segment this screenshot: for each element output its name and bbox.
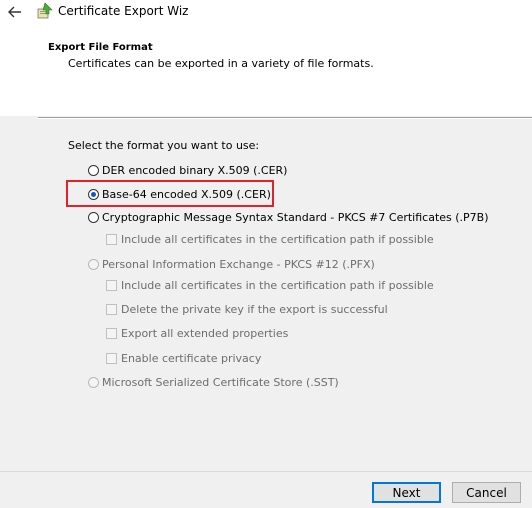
header-panel [0, 26, 532, 116]
checkbox-label: Include all certificates in the certific… [121, 233, 434, 246]
footer-divider [0, 471, 532, 472]
next-button[interactable]: Next [372, 482, 441, 503]
page-title: Export File Format [48, 42, 153, 53]
radio-button[interactable] [88, 377, 99, 388]
radio-button[interactable] [88, 259, 99, 270]
window-title: Certificate Export Wizard [58, 4, 188, 18]
checkbox-pfx-include-all[interactable]: Include all certificates in the certific… [106, 279, 434, 292]
title-bar: Certificate Export Wizard [0, 0, 532, 26]
format-prompt: Select the format you want to use: [68, 139, 260, 152]
radio-label: Microsoft Serialized Certificate Store (… [102, 376, 339, 389]
checkbox-label: Export all extended properties [121, 327, 289, 340]
radio-sst[interactable]: Microsoft Serialized Certificate Store (… [88, 376, 339, 389]
radio-button[interactable] [88, 212, 99, 223]
radio-label: Cryptographic Message Syntax Standard - … [102, 211, 489, 224]
checkbox[interactable] [106, 328, 117, 339]
radio-button[interactable] [88, 165, 99, 176]
radio-label: Personal Information Exchange - PKCS #12… [102, 258, 375, 271]
checkbox[interactable] [106, 280, 117, 291]
checkbox[interactable] [106, 234, 117, 245]
checkbox-label: Delete the private key if the export is … [121, 303, 388, 316]
radio-der[interactable]: DER encoded binary X.509 (.CER) [88, 164, 287, 177]
checkbox[interactable] [106, 353, 117, 364]
checkbox-label: Enable certificate privacy [121, 352, 262, 365]
certificate-wizard-icon [37, 2, 53, 19]
cancel-button[interactable]: Cancel [452, 482, 521, 503]
checkbox-pfx-export-props[interactable]: Export all extended properties [106, 327, 288, 340]
radio-label: DER encoded binary X.509 (.CER) [102, 164, 288, 177]
checkbox-pfx-delete-key[interactable]: Delete the private key if the export is … [106, 303, 388, 316]
back-arrow-icon[interactable] [6, 3, 24, 21]
page-subtitle: Certificates can be exported in a variet… [68, 57, 374, 70]
radio-pkcs7[interactable]: Cryptographic Message Syntax Standard - … [88, 211, 489, 224]
checkbox[interactable] [106, 304, 117, 315]
checkbox-pkcs7-include-all[interactable]: Include all certificates in the certific… [106, 233, 434, 246]
checkbox-pfx-privacy[interactable]: Enable certificate privacy [106, 352, 261, 365]
header-divider [38, 117, 532, 119]
highlight-annotation [66, 180, 274, 207]
checkbox-label: Include all certificates in the certific… [121, 279, 434, 292]
radio-pfx[interactable]: Personal Information Exchange - PKCS #12… [88, 258, 375, 271]
